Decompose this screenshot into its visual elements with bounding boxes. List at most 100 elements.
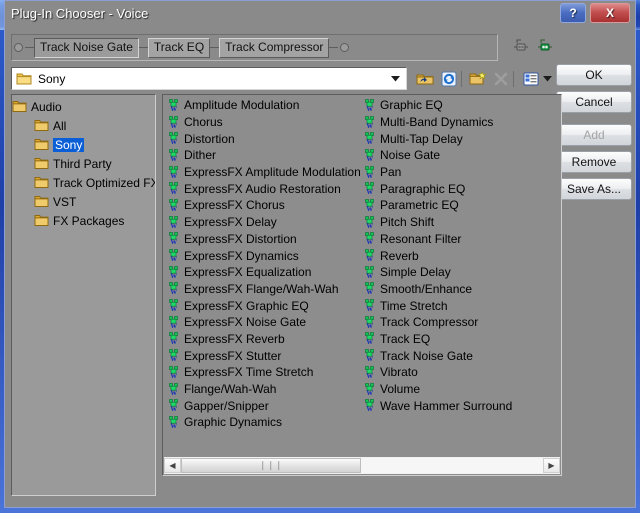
plugin-list-item[interactable]: w ExpressFX Amplitude Modulation	[163, 164, 361, 181]
plugin-icon: w	[168, 315, 181, 329]
new-folder-icon[interactable]	[467, 68, 488, 89]
plugin-list-item[interactable]: w ExpressFX Graphic EQ	[163, 297, 359, 314]
plugin-list-item[interactable]: w ExpressFX Chorus	[163, 197, 359, 214]
plugin-list-item[interactable]: w Time Stretch	[359, 297, 555, 314]
plugin-list-item[interactable]: w ExpressFX Reverb	[163, 331, 359, 348]
plugin-list-item[interactable]: w Noise Gate	[359, 147, 555, 164]
plugin-name: ExpressFX Distortion	[184, 231, 297, 246]
plugin-list-item[interactable]: w Multi-Tap Delay	[359, 130, 555, 147]
chain-connector	[25, 47, 34, 48]
plugin-name: ExpressFX Flange/Wah-Wah	[184, 281, 339, 296]
plugin-list-item[interactable]: w Paragraphic EQ	[359, 180, 555, 197]
chain-item-track-eq[interactable]: Track EQ	[147, 37, 211, 58]
plugin-name: Noise Gate	[380, 148, 441, 163]
plugin-list-item[interactable]: w ExpressFX Noise Gate	[163, 314, 359, 331]
plugin-list-item[interactable]: w ExpressFX Time Stretch	[163, 364, 359, 381]
folder-tree[interactable]: Audio All Sony Third Party Track Optimized F…	[11, 94, 156, 496]
scroll-left-arrow-icon[interactable]: ◀	[164, 458, 181, 473]
plugin-list-item[interactable]: w Wave Hammer Surround	[359, 397, 555, 414]
plugin-name: Distortion	[184, 131, 235, 146]
folder-path-combobox[interactable]: Sony	[11, 67, 407, 90]
chain-insert-left-icon[interactable]	[512, 39, 530, 55]
plugin-list-item[interactable]: w Vibrato	[359, 364, 555, 381]
save-as-button[interactable]: Save As...	[556, 178, 632, 200]
up-one-level-icon[interactable]	[414, 68, 435, 89]
tree-item-third-party[interactable]: Third Party	[12, 154, 155, 173]
plugin-list-item[interactable]: w Volume	[359, 381, 555, 398]
plugin-name: ExpressFX Chorus	[184, 198, 285, 213]
plugin-icon: w	[168, 249, 181, 262]
plugin-list-item[interactable]: w Resonant Filter	[359, 231, 555, 248]
tree-item-label: Audio	[31, 99, 62, 114]
plugin-name: Simple Delay	[380, 265, 451, 280]
scrollbar-track[interactable]: ❘❘❘	[181, 458, 543, 473]
help-button[interactable]: ?	[560, 3, 586, 23]
plugin-list-item[interactable]: w ExpressFX Dynamics	[163, 247, 359, 264]
plugin-list-item[interactable]: w ExpressFX Equalization	[163, 264, 359, 281]
tree-item-audio[interactable]: Audio	[12, 97, 155, 116]
plugin-list-item[interactable]: w ExpressFX Delay	[163, 214, 359, 231]
chain-item-track-compressor[interactable]: Track Compressor	[219, 37, 330, 58]
plugin-name: Volume	[380, 382, 421, 397]
plugin-icon: w	[364, 265, 377, 279]
plugin-list-item[interactable]: w Track Compressor	[359, 314, 555, 331]
plugin-list-item[interactable]: w Amplitude Modulation	[163, 97, 359, 114]
plugin-list-item[interactable]: w Dither	[163, 147, 359, 164]
ok-button[interactable]: OK	[556, 64, 632, 86]
svg-text:w: w	[367, 303, 374, 312]
plugin-list-panel[interactable]: w Amplitude Modulation w Chorus w Distortion w…	[162, 94, 562, 476]
plugin-icon: w	[364, 399, 377, 412]
refresh-icon[interactable]	[438, 68, 459, 89]
plugin-list-item[interactable]: w Simple Delay	[359, 264, 555, 281]
tree-item-fx-packages[interactable]: FX Packages	[12, 211, 155, 230]
plugin-list-item[interactable]: w Reverb	[359, 247, 555, 264]
scrollbar-thumb[interactable]: ❘❘❘	[181, 458, 361, 473]
plugin-list-item[interactable]: w ExpressFX Audio Restoration	[163, 180, 359, 197]
plugin-list-item[interactable]: w Pan	[359, 164, 555, 181]
cancel-button[interactable]: Cancel	[556, 91, 632, 113]
plugin-list-item[interactable]: w Distortion	[163, 130, 359, 147]
views-chevron-down-icon[interactable]	[541, 68, 554, 89]
plugin-list-item[interactable]: w ExpressFX Flange/Wah-Wah	[163, 281, 359, 298]
svg-text:w: w	[367, 220, 374, 229]
horizontal-scrollbar[interactable]: ◀ ❘❘❘ ▶	[164, 457, 560, 474]
chain-insert-right-icon[interactable]	[536, 39, 554, 55]
tree-item-track-optimized-fx[interactable]: Track Optimized FX	[12, 173, 155, 192]
tree-item-all[interactable]: All	[12, 116, 155, 135]
plugin-list-item[interactable]: w Track EQ	[359, 331, 555, 348]
plugin-list-item[interactable]: w Chorus	[163, 114, 359, 131]
tree-item-sony[interactable]: Sony	[12, 135, 155, 154]
plugin-icon: w	[364, 349, 377, 362]
plugin-icon: w	[168, 149, 181, 162]
views-icon[interactable]	[520, 68, 541, 89]
scroll-right-arrow-icon[interactable]: ▶	[543, 458, 560, 473]
plugin-list-item[interactable]: w ExpressFX Stutter	[163, 347, 359, 364]
plugin-list-item[interactable]: w Pitch Shift	[359, 214, 555, 231]
plugin-list-item[interactable]: w Gapper/Snipper	[163, 397, 359, 414]
window-title: Plug-In Chooser - Voice	[11, 6, 149, 21]
toolbar-separator	[513, 71, 514, 87]
svg-text:w: w	[367, 153, 374, 162]
plugin-name: ExpressFX Audio Restoration	[184, 181, 341, 196]
chevron-down-icon[interactable]	[387, 70, 404, 87]
plugin-name: ExpressFX Stutter	[184, 348, 282, 363]
plugin-icon: w	[168, 399, 181, 412]
close-button[interactable]: X	[590, 3, 630, 23]
plugin-list-item[interactable]: w Graphic EQ	[359, 97, 555, 114]
plugin-list-item[interactable]: w ExpressFX Distortion	[163, 231, 359, 248]
plugin-list-item[interactable]: w Parametric EQ	[359, 197, 555, 214]
svg-text:w: w	[367, 270, 374, 279]
plugin-list-item[interactable]: w Graphic Dynamics	[163, 414, 359, 431]
plugin-list-column: w Amplitude Modulation w Chorus w Distortion w…	[163, 97, 361, 449]
plugin-list-item[interactable]: w Multi-Band Dynamics	[359, 114, 555, 131]
add-button[interactable]: Add	[556, 124, 632, 146]
remove-button[interactable]: Remove	[556, 151, 632, 173]
plugin-icon: w	[364, 382, 377, 396]
chain-item-track-noise-gate[interactable]: Track Noise Gate	[34, 37, 139, 58]
plugin-chain-panel[interactable]: Track Noise Gate Track EQ Track Compress…	[11, 34, 498, 61]
plugin-list-item[interactable]: w Track Noise Gate	[359, 347, 555, 364]
plugin-list-item[interactable]: w Smooth/Enhance	[359, 281, 555, 298]
plugin-list-item[interactable]: w Flange/Wah-Wah	[163, 381, 359, 398]
folder-icon	[34, 195, 49, 208]
tree-item-vst[interactable]: VST	[12, 192, 155, 211]
